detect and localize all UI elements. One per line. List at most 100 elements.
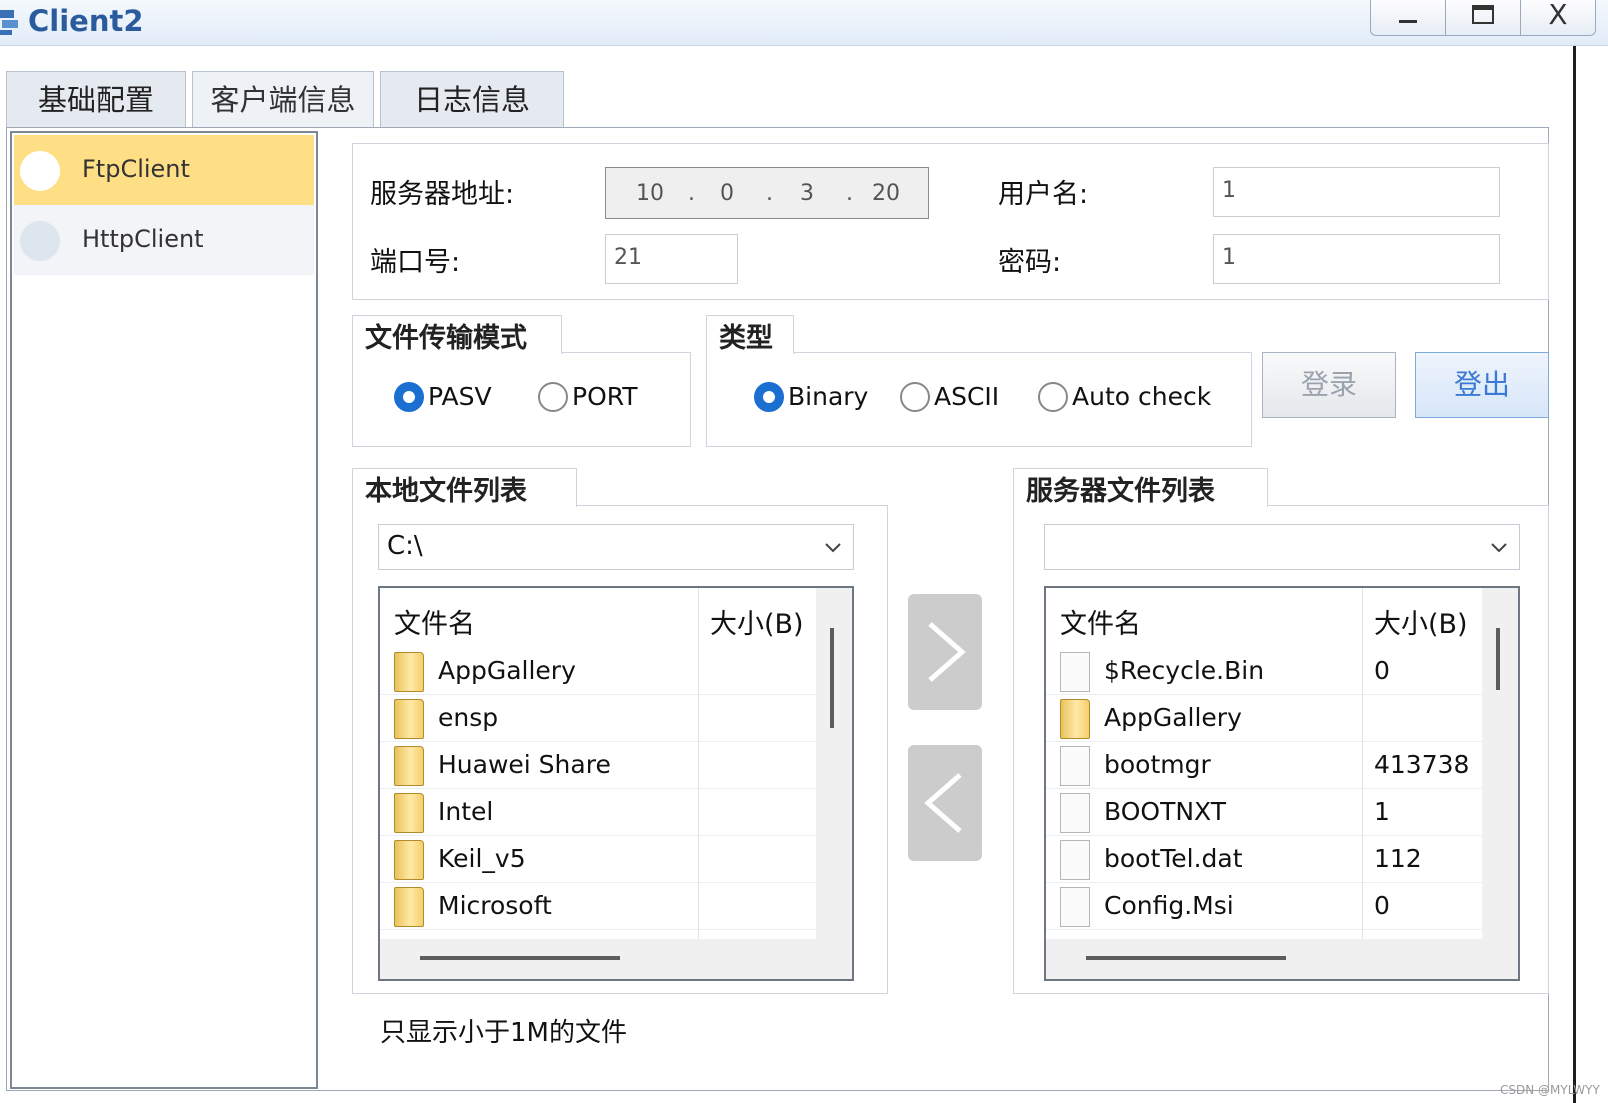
server-file-list-body: 文件名 大小(B) $Recycle.Bin 0 AppGallery bootm… xyxy=(1046,588,1482,939)
ip-dot: . xyxy=(846,181,853,206)
folder-icon xyxy=(394,699,424,739)
ip-octet-1: 10 xyxy=(636,181,664,206)
server-col-size[interactable]: 大小(B) xyxy=(1374,602,1468,641)
binary-radio[interactable] xyxy=(754,382,784,412)
table-row[interactable]: Intel xyxy=(380,789,816,836)
chevron-right-icon xyxy=(928,622,966,682)
folder-icon xyxy=(394,652,424,692)
file-name: Microsoft xyxy=(438,891,552,920)
chevron-down-icon xyxy=(825,543,841,553)
file-size: 413738 xyxy=(1374,750,1470,779)
port-field[interactable]: 21 xyxy=(605,234,738,284)
local-col-name[interactable]: 文件名 xyxy=(394,602,475,641)
tab-client-info[interactable]: 客户端信息 xyxy=(192,71,374,127)
file-size: 0 xyxy=(1374,891,1390,920)
local-col-size[interactable]: 大小(B) xyxy=(710,602,804,641)
password-field[interactable]: 1 xyxy=(1213,234,1500,284)
window-edge xyxy=(1573,46,1608,1103)
transfer-mode-title: 文件传输模式 xyxy=(352,315,562,354)
local-horizontal-scrollbar[interactable] xyxy=(420,956,620,960)
tab-log-info[interactable]: 日志信息 xyxy=(380,71,564,127)
pasv-radio[interactable] xyxy=(394,382,424,412)
sidebar-item-ftpclient[interactable]: FtpClient xyxy=(14,135,314,205)
table-row[interactable]: AppGallery xyxy=(1046,695,1482,742)
password-label: 密码: xyxy=(998,247,1062,278)
minimize-icon xyxy=(1399,20,1417,23)
file-icon xyxy=(1060,793,1090,833)
autocheck-label[interactable]: Auto check xyxy=(1072,382,1211,411)
server-file-list[interactable]: 文件名 大小(B) $Recycle.Bin 0 AppGallery bootm… xyxy=(1044,586,1520,981)
file-icon xyxy=(1060,840,1090,880)
file-size: 0 xyxy=(1374,656,1390,685)
table-row[interactable]: Keil_v5 xyxy=(380,836,816,883)
title-bar xyxy=(0,0,1608,46)
file-icon xyxy=(1060,652,1090,692)
ip-octet-2: 0 xyxy=(720,181,734,206)
local-files-title: 本地文件列表 xyxy=(352,468,577,507)
file-name: Keil_v5 xyxy=(438,844,526,873)
table-row[interactable]: Config.Msi 0 xyxy=(1046,883,1482,930)
table-row[interactable]: $Recycle.Bin 0 xyxy=(1046,648,1482,695)
ip-octet-4: 20 xyxy=(872,181,900,206)
table-row[interactable]: AppGallery xyxy=(380,648,816,695)
login-button[interactable]: 登录 xyxy=(1262,352,1396,418)
table-row[interactable]: BOOTNXT 1 xyxy=(1046,789,1482,836)
table-row[interactable]: bootTel.dat 112 xyxy=(1046,836,1482,883)
table-row[interactable]: Microsoft xyxy=(380,883,816,930)
minimize-button[interactable] xyxy=(1370,0,1446,36)
table-row[interactable]: Huawei Share xyxy=(380,742,816,789)
close-button[interactable]: X xyxy=(1520,0,1596,36)
tab-basic-config[interactable]: 基础配置 xyxy=(6,71,186,127)
file-name: bootTel.dat xyxy=(1104,844,1243,873)
port-radio[interactable] xyxy=(538,382,568,412)
httpclient-icon xyxy=(20,221,60,261)
file-name: bootmgr xyxy=(1104,750,1211,779)
server-files-title: 服务器文件列表 xyxy=(1013,468,1268,507)
chevron-down-icon xyxy=(1491,543,1507,553)
file-name: Config.Msi xyxy=(1104,891,1234,920)
sidebar-item-httpclient[interactable]: HttpClient xyxy=(14,205,314,275)
ascii-label[interactable]: ASCII xyxy=(934,382,999,411)
server-col-name[interactable]: 文件名 xyxy=(1060,602,1141,641)
port-label: 端口号: xyxy=(370,247,461,278)
ftpclient-icon xyxy=(20,151,60,191)
upload-button[interactable] xyxy=(908,594,982,710)
chevron-left-icon xyxy=(924,773,962,833)
server-vertical-scrollbar[interactable] xyxy=(1496,628,1500,690)
window-title: Client2 xyxy=(28,4,144,38)
logout-button[interactable]: 登出 xyxy=(1415,352,1549,418)
download-button[interactable] xyxy=(908,745,982,861)
local-file-list[interactable]: 文件名 大小(B) AppGallery ensp Huawei Share I… xyxy=(378,586,854,981)
sidebar-item-label: FtpClient xyxy=(82,155,190,183)
file-size: 1 xyxy=(1374,797,1390,826)
server-ip-field[interactable]: 10 . 0 . 3 . 20 xyxy=(605,167,929,219)
ascii-radio[interactable] xyxy=(900,382,930,412)
local-path-select[interactable]: C:\ xyxy=(378,524,854,570)
username-field[interactable]: 1 xyxy=(1213,167,1500,217)
maximize-icon xyxy=(1472,5,1494,24)
table-row[interactable]: bootmgr 413738 xyxy=(1046,742,1482,789)
maximize-button[interactable] xyxy=(1445,0,1521,36)
ip-dot: . xyxy=(766,181,773,206)
file-name: AppGallery xyxy=(1104,703,1242,732)
folder-icon xyxy=(1060,699,1090,739)
ip-dot: . xyxy=(688,181,695,206)
folder-icon xyxy=(394,887,424,927)
table-row[interactable]: ensp xyxy=(380,695,816,742)
size-filter-note: 只显示小于1M的文件 xyxy=(380,1018,627,1048)
autocheck-radio[interactable] xyxy=(1038,382,1068,412)
app-icon xyxy=(0,6,20,36)
pasv-label[interactable]: PASV xyxy=(428,382,492,411)
binary-label[interactable]: Binary xyxy=(788,382,868,411)
server-horizontal-scrollbar[interactable] xyxy=(1086,956,1286,960)
port-mode-label[interactable]: PORT xyxy=(572,382,638,411)
folder-icon xyxy=(394,746,424,786)
server-path-select[interactable] xyxy=(1044,524,1520,570)
file-name: Huawei Share xyxy=(438,750,611,779)
folder-icon xyxy=(394,840,424,880)
local-vertical-scrollbar[interactable] xyxy=(830,628,834,728)
sidebar-item-label: HttpClient xyxy=(82,225,204,253)
file-size: 112 xyxy=(1374,844,1422,873)
file-name: BOOTNXT xyxy=(1104,797,1226,826)
file-name: ensp xyxy=(438,703,499,732)
